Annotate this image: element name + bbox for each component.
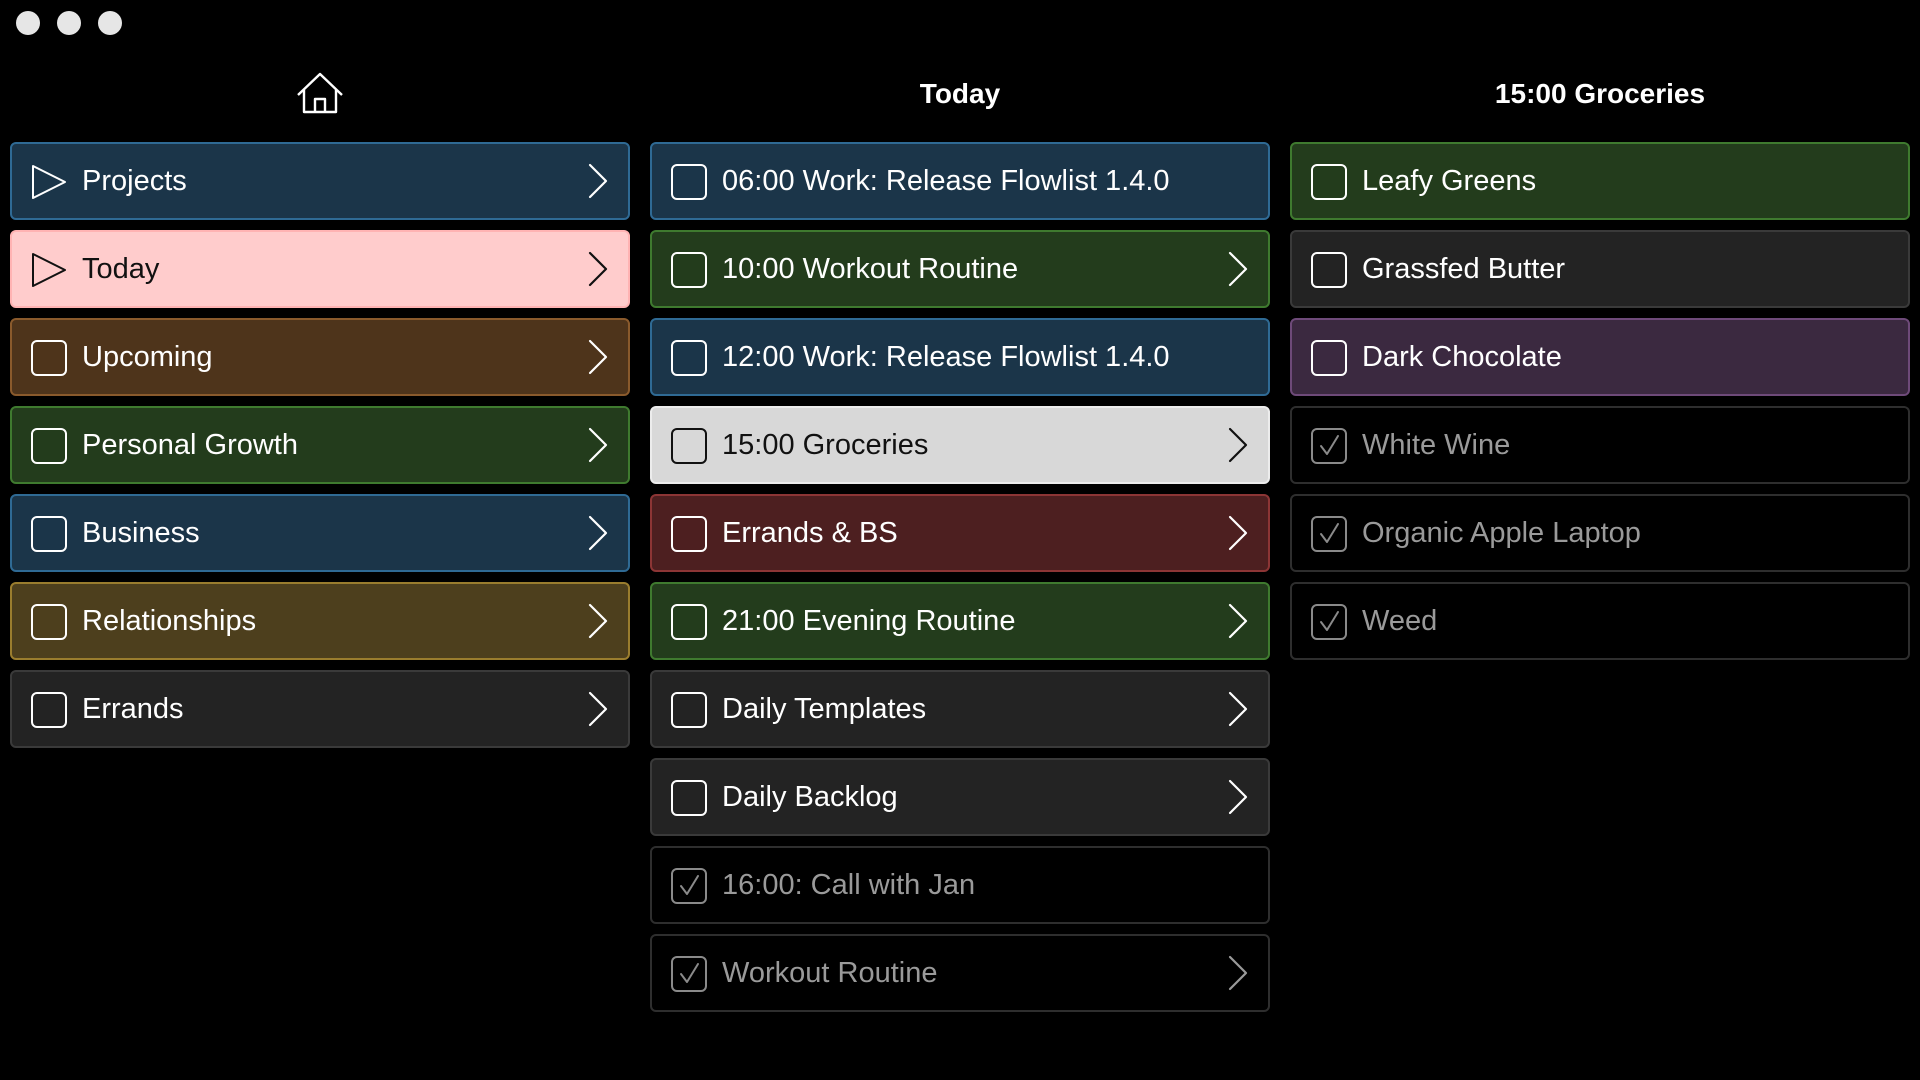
- list-item-label: White Wine: [1362, 429, 1511, 461]
- list-item-label: 12:00 Work: Release Flowlist 1.4.0: [722, 341, 1170, 373]
- chevron-right-icon[interactable]: [1222, 601, 1252, 641]
- home-icon[interactable]: [292, 66, 348, 122]
- list-item-errands-bs[interactable]: Errands & BS: [650, 494, 1270, 572]
- list-item-label: Daily Backlog: [722, 781, 898, 813]
- list-item-16-00-call-with-jan[interactable]: 16:00: Call with Jan: [650, 846, 1270, 924]
- checkbox-icon[interactable]: [670, 603, 708, 641]
- checkbox-icon[interactable]: [670, 427, 708, 465]
- groceries-list: Leafy Greens Grassfed Butter Dark Chocolat…: [1290, 142, 1910, 670]
- today-list: 06:00 Work: Release Flowlist 1.4.0 10:00 …: [650, 142, 1270, 1022]
- list-item-upcoming[interactable]: Upcoming: [10, 318, 630, 396]
- chevron-right-icon[interactable]: [582, 161, 612, 201]
- list-item-label: Leafy Greens: [1362, 165, 1537, 197]
- list-item-label: 16:00: Call with Jan: [722, 869, 976, 901]
- list-item-15-00-groceries[interactable]: 15:00 Groceries: [650, 406, 1270, 484]
- checkbox-icon[interactable]: [30, 339, 68, 377]
- list-item-label: Relationships: [82, 605, 257, 637]
- list-item-business[interactable]: Business: [10, 494, 630, 572]
- chevron-right-icon[interactable]: [1222, 249, 1252, 289]
- chevron-right-icon[interactable]: [1222, 953, 1252, 993]
- list-item-today[interactable]: Today: [10, 230, 630, 308]
- list-item-10-00-workout-routine[interactable]: 10:00 Workout Routine: [650, 230, 1270, 308]
- list-item-label: Organic Apple Laptop: [1362, 517, 1641, 549]
- column-title-groceries: 15:00 Groceries: [1494, 78, 1706, 109]
- list-item-label: 15:00 Groceries: [722, 429, 929, 461]
- chevron-right-icon[interactable]: [1222, 425, 1252, 465]
- list-item-weed[interactable]: Weed: [1290, 582, 1910, 660]
- list-item-label: Grassfed Butter: [1362, 253, 1566, 285]
- list-item-label: Today: [82, 253, 160, 285]
- play-icon[interactable]: [30, 251, 68, 289]
- checked-checkbox-icon[interactable]: [1310, 427, 1348, 465]
- column-title-today: Today: [919, 78, 1001, 109]
- list-item-label: 10:00 Workout Routine: [722, 253, 1019, 285]
- list-item-label: Business: [82, 517, 200, 549]
- checkbox-icon[interactable]: [670, 515, 708, 553]
- chevron-right-icon[interactable]: [1222, 513, 1252, 553]
- today-column: Today 06:00 Work: Release Flowlist 1.4.0…: [650, 0, 1270, 1080]
- list-item-daily-templates[interactable]: Daily Templates: [650, 670, 1270, 748]
- chevron-right-icon[interactable]: [582, 513, 612, 553]
- checkbox-icon[interactable]: [30, 427, 68, 465]
- list-item-label: 06:00 Work: Release Flowlist 1.4.0: [722, 165, 1170, 197]
- list-item-label: Dark Chocolate: [1362, 341, 1562, 373]
- list-item-dark-chocolate[interactable]: Dark Chocolate: [1290, 318, 1910, 396]
- projects-list: Projects Today Upcoming Personal Growth Busi…: [10, 142, 630, 758]
- checkbox-icon[interactable]: [1310, 251, 1348, 289]
- checkbox-icon[interactable]: [1310, 163, 1348, 201]
- list-item-label: Daily Templates: [722, 693, 927, 725]
- checkbox-icon[interactable]: [30, 691, 68, 729]
- chevron-right-icon[interactable]: [582, 249, 612, 289]
- checked-checkbox-icon[interactable]: [1310, 603, 1348, 641]
- list-item-daily-backlog[interactable]: Daily Backlog: [650, 758, 1270, 836]
- play-icon[interactable]: [30, 163, 68, 201]
- list-item-06-00-work-release-flowlist-1-4-0[interactable]: 06:00 Work: Release Flowlist 1.4.0: [650, 142, 1270, 220]
- projects-column: Projects Today Upcoming Personal Growth Busi…: [10, 0, 630, 1080]
- list-item-grassfed-butter[interactable]: Grassfed Butter: [1290, 230, 1910, 308]
- checkbox-icon[interactable]: [670, 251, 708, 289]
- chevron-right-icon[interactable]: [582, 337, 612, 377]
- list-item-label: Projects: [82, 165, 187, 197]
- groceries-column: 15:00 Groceries Leafy Greens Grassfed But…: [1290, 0, 1910, 1080]
- list-item-organic-apple-laptop[interactable]: Organic Apple Laptop: [1290, 494, 1910, 572]
- list-item-projects[interactable]: Projects: [10, 142, 630, 220]
- list-item-12-00-work-release-flowlist-1-4-0[interactable]: 12:00 Work: Release Flowlist 1.4.0: [650, 318, 1270, 396]
- chevron-right-icon[interactable]: [582, 689, 612, 729]
- list-item-label: 21:00 Evening Routine: [722, 605, 1016, 637]
- checked-checkbox-icon[interactable]: [670, 867, 708, 905]
- list-item-label: Errands: [82, 693, 184, 725]
- checked-checkbox-icon[interactable]: [1310, 515, 1348, 553]
- list-item-label: Weed: [1362, 605, 1438, 637]
- checked-checkbox-icon[interactable]: [670, 955, 708, 993]
- chevron-right-icon[interactable]: [1222, 689, 1252, 729]
- list-item-relationships[interactable]: Relationships: [10, 582, 630, 660]
- chevron-right-icon[interactable]: [582, 425, 612, 465]
- home-header: [10, 60, 630, 128]
- checkbox-icon[interactable]: [670, 779, 708, 817]
- list-item-label: Workout Routine: [722, 957, 938, 989]
- list-item-leafy-greens[interactable]: Leafy Greens: [1290, 142, 1910, 220]
- list-item-errands[interactable]: Errands: [10, 670, 630, 748]
- list-item-label: Personal Growth: [82, 429, 298, 461]
- list-item-personal-growth[interactable]: Personal Growth: [10, 406, 630, 484]
- checkbox-icon[interactable]: [670, 339, 708, 377]
- chevron-right-icon[interactable]: [1222, 777, 1252, 817]
- list-item-white-wine[interactable]: White Wine: [1290, 406, 1910, 484]
- checkbox-icon[interactable]: [30, 603, 68, 641]
- checkbox-icon[interactable]: [30, 515, 68, 553]
- list-item-21-00-evening-routine[interactable]: 21:00 Evening Routine: [650, 582, 1270, 660]
- checkbox-icon[interactable]: [1310, 339, 1348, 377]
- list-item-label: Errands & BS: [722, 517, 898, 549]
- checkbox-icon[interactable]: [670, 163, 708, 201]
- list-item-label: Upcoming: [82, 341, 213, 373]
- checkbox-icon[interactable]: [670, 691, 708, 729]
- list-item-workout-routine[interactable]: Workout Routine: [650, 934, 1270, 1012]
- chevron-right-icon[interactable]: [582, 601, 612, 641]
- app-window: Projects Today Upcoming Personal Growth Busi…: [0, 0, 1920, 1080]
